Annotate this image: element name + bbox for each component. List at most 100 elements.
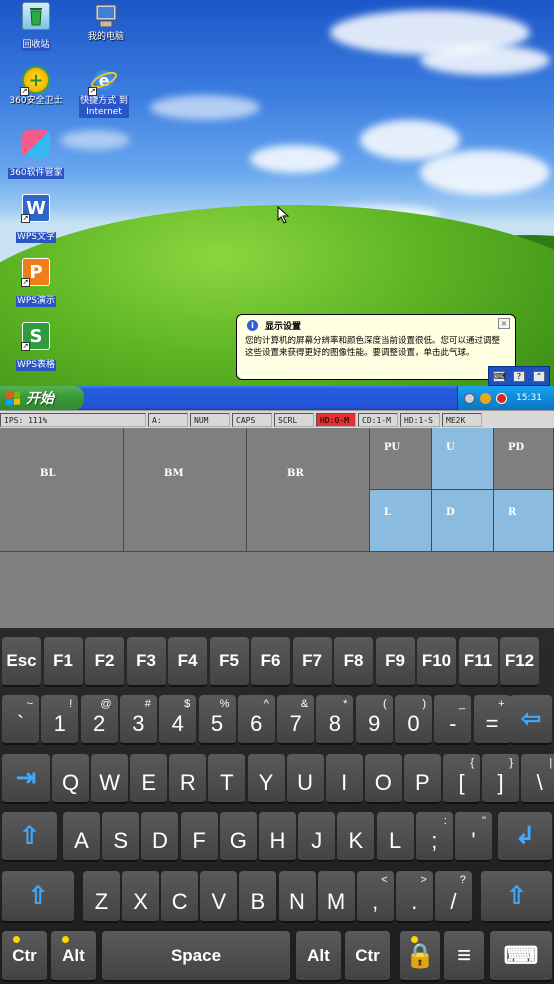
hide-keyboard-key[interactable]: ⌨ <box>490 931 552 982</box>
desktop-icon-my-computer[interactable]: 我的电脑 <box>70 2 142 43</box>
key-f4[interactable]: F4 <box>168 637 207 687</box>
key-b[interactable]: B <box>239 871 277 923</box>
network-icon[interactable] <box>464 392 475 404</box>
mouse-button-right[interactable]: BR <box>247 428 370 552</box>
page-up-button[interactable]: PU <box>370 428 432 490</box>
key-n[interactable]: N <box>278 871 316 923</box>
key-k[interactable]: K <box>337 812 375 862</box>
key-o[interactable]: O <box>364 754 402 804</box>
key-digit-11[interactable]: - _ <box>434 695 472 745</box>
key-digit-4[interactable]: 4 $ <box>159 695 197 745</box>
arrow-up-button[interactable]: U <box>432 428 494 490</box>
key-p[interactable]: P <box>403 754 441 804</box>
space-key[interactable]: Space <box>102 931 290 982</box>
key-f6[interactable]: F6 <box>251 637 290 687</box>
key-y[interactable]: Y <box>247 754 285 804</box>
key-\[interactable]: \ | <box>521 754 554 804</box>
key-t[interactable]: T <box>208 754 246 804</box>
key-u[interactable]: U <box>286 754 324 804</box>
key-digit-6[interactable]: 6 ^ <box>237 695 275 745</box>
left-shift-key[interactable]: ⇧ <box>2 871 74 923</box>
key-r[interactable]: R <box>169 754 207 804</box>
key-digit-10[interactable]: 0) <box>395 695 432 745</box>
mouse-button-middle[interactable]: BM <box>124 428 247 552</box>
key-digit-1[interactable]: 1! <box>41 695 79 745</box>
key-.[interactable]: . > <box>395 871 433 923</box>
key-f3[interactable]: F3 <box>126 637 166 687</box>
key-m[interactable]: M <box>317 871 355 923</box>
key-backtick[interactable]: ` ~ <box>2 695 39 745</box>
key-c[interactable]: C <box>161 871 199 923</box>
key-f12[interactable]: F12 <box>500 637 539 687</box>
key-'[interactable]: ' " <box>455 812 492 862</box>
key-;[interactable]: ;: <box>415 812 453 862</box>
right-alt-key[interactable]: Alt <box>296 931 341 982</box>
key-f9[interactable]: F9 <box>375 637 415 687</box>
key-digit-7[interactable]: 7 & <box>277 695 315 745</box>
key-v[interactable]: V <box>200 871 238 923</box>
desktop-icon-wps-presentation[interactable]: P ↗ WPS演示 <box>0 258 72 307</box>
enter-key[interactable]: ↲ <box>498 812 552 862</box>
key-esc[interactable]: Esc <box>2 637 41 687</box>
arrow-right-button[interactable]: R <box>494 490 554 552</box>
mouse-control-pad[interactable]: BL BM BR PU U PD L D R <box>0 428 554 628</box>
options-icon[interactable]: ⌃ <box>533 370 545 382</box>
key-a[interactable]: A <box>63 812 100 862</box>
key-f11[interactable]: F11 <box>458 637 498 687</box>
desktop-icon-wps-writer[interactable]: W ↗ WPS文字 <box>0 194 72 243</box>
tab-key[interactable]: ⇥ <box>2 754 50 804</box>
caps-lock-key[interactable]: ⇧ <box>2 812 57 862</box>
key-g[interactable]: G <box>219 812 257 862</box>
right-ctrl-key[interactable]: Ctr <box>345 931 390 982</box>
security-icon[interactable] <box>480 392 491 404</box>
key-f5[interactable]: F5 <box>209 637 249 687</box>
key-[[interactable]: [{ <box>443 754 480 804</box>
left-ctrl-key[interactable]: Ctr <box>2 931 47 982</box>
clock[interactable]: 15:31 <box>516 393 542 403</box>
arrow-left-button[interactable]: L <box>370 490 432 552</box>
key-l[interactable]: L <box>376 812 414 862</box>
display-settings-balloon[interactable]: i 显示设置 × 您的计算机的屏幕分辨率和颜色深度当前设置很低。您可以通过调整这… <box>236 314 516 386</box>
key-i[interactable]: I <box>325 754 363 804</box>
language-bar[interactable]: ⌨ ? ⌃ <box>488 366 550 386</box>
key-digit-9[interactable]: 9( <box>355 695 393 745</box>
right-shift-key[interactable]: ⇧ <box>481 871 552 923</box>
key-w[interactable]: W <box>91 754 129 804</box>
key-/[interactable]: /? <box>434 871 472 923</box>
desktop-icon-360-security[interactable]: + ↗ 360安全卫士 <box>0 66 72 107</box>
key-digit-8[interactable]: 8 * <box>316 695 354 745</box>
balloon-close-button[interactable]: × <box>498 318 510 329</box>
lock-key[interactable]: 🔒 <box>400 931 440 982</box>
key-x[interactable]: X <box>122 871 160 923</box>
desktop-icon-internet-shortcut[interactable]: e ↗ 快捷方式 到 Internet <box>68 66 140 118</box>
key-e[interactable]: E <box>130 754 168 804</box>
key-f7[interactable]: F7 <box>292 637 332 687</box>
key-f[interactable]: F <box>180 812 218 862</box>
key-j[interactable]: J <box>298 812 336 862</box>
key-f2[interactable]: F2 <box>85 637 124 687</box>
backspace-key[interactable]: ⇦ <box>510 695 552 745</box>
key-digit-2[interactable]: 2 @ <box>80 695 118 745</box>
key-digit-3[interactable]: 3 # <box>119 695 157 745</box>
start-button[interactable]: 开始 <box>0 386 84 410</box>
key-f1[interactable]: F1 <box>43 637 83 687</box>
menu-key[interactable]: ≡ <box>444 931 484 982</box>
page-down-button[interactable]: PD <box>494 428 554 490</box>
keyboard-icon[interactable]: ⌨ <box>493 370 506 382</box>
left-alt-key[interactable]: Alt <box>51 931 96 982</box>
key-s[interactable]: S <box>102 812 140 862</box>
emulated-desktop[interactable]: 回收站 我的电脑 + ↗ 360安全卫士 e ↗ 快捷方式 到 Internet… <box>0 0 554 386</box>
key-z[interactable]: Z <box>83 871 120 923</box>
desktop-icon-recycle-bin[interactable]: 回收站 <box>0 2 72 51</box>
desktop-icon-wps-spreadsheet[interactable]: S ↗ WPS表格 <box>0 322 72 371</box>
desktop-icon-360-software-manager[interactable]: 360软件管家 <box>0 130 72 179</box>
key-f10[interactable]: F10 <box>417 637 456 687</box>
mouse-button-left[interactable]: BL <box>0 428 124 552</box>
key-digit-5[interactable]: 5% <box>198 695 236 745</box>
key-f8[interactable]: F8 <box>334 637 373 687</box>
alert-icon[interactable] <box>496 392 507 404</box>
arrow-down-button[interactable]: D <box>432 490 494 552</box>
help-icon[interactable]: ? <box>513 370 525 382</box>
key-][interactable]: ]} <box>482 754 520 804</box>
key-q[interactable]: Q <box>52 754 89 804</box>
